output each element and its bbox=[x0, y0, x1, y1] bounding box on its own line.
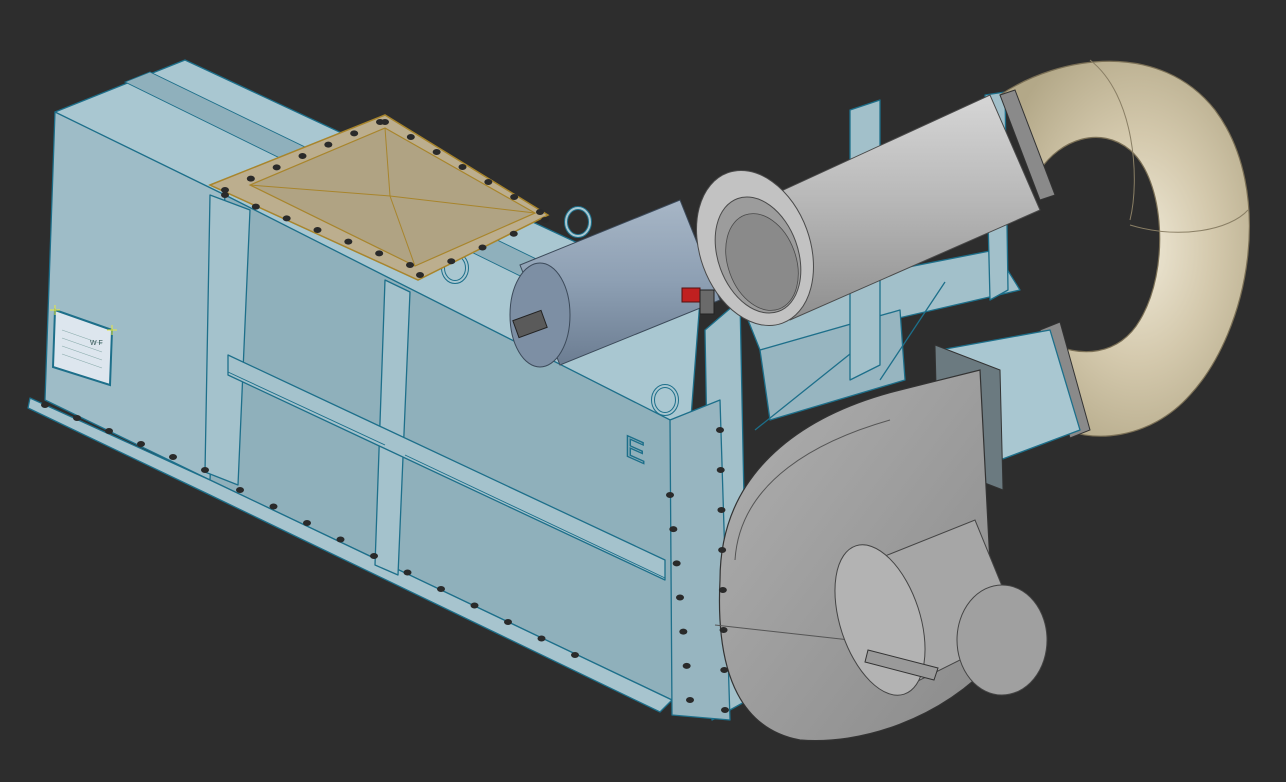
bolt bbox=[350, 130, 359, 137]
bolt bbox=[432, 149, 441, 155]
bolt bbox=[313, 227, 322, 233]
bolt bbox=[719, 627, 728, 633]
bolt bbox=[221, 192, 229, 198]
bolt bbox=[437, 586, 445, 592]
bolt bbox=[484, 179, 493, 185]
bolt bbox=[303, 520, 311, 526]
bolt bbox=[201, 467, 209, 473]
bolt bbox=[676, 594, 684, 601]
lifting-lug-1 bbox=[564, 206, 592, 238]
bolt bbox=[403, 569, 412, 576]
bolt bbox=[718, 587, 727, 593]
bolt bbox=[236, 487, 244, 493]
bolt bbox=[541, 217, 549, 223]
bolt bbox=[536, 209, 544, 215]
bolt bbox=[344, 238, 353, 245]
bolt bbox=[324, 141, 333, 148]
bolt bbox=[720, 667, 729, 673]
bolt bbox=[251, 203, 260, 210]
bolt bbox=[73, 415, 81, 421]
bolt bbox=[504, 619, 512, 625]
bolt bbox=[105, 428, 113, 434]
bolt bbox=[721, 707, 729, 713]
bolt bbox=[298, 153, 307, 159]
bolt bbox=[672, 560, 681, 567]
bolt bbox=[470, 602, 479, 609]
bolt bbox=[406, 134, 415, 140]
bolt bbox=[282, 215, 291, 222]
bolt bbox=[381, 119, 389, 125]
bolt bbox=[41, 402, 49, 408]
cad-viewport[interactable]: E W F bbox=[0, 0, 1286, 782]
bolt bbox=[716, 427, 724, 433]
bolt bbox=[537, 635, 546, 642]
bolt bbox=[717, 507, 726, 513]
nameplate-text: W F bbox=[90, 340, 103, 347]
cad-model-render[interactable]: E W F bbox=[0, 0, 1286, 782]
bolt bbox=[269, 503, 278, 510]
bolt bbox=[416, 272, 424, 278]
bolt bbox=[370, 553, 378, 559]
bolt bbox=[169, 454, 177, 460]
bolt bbox=[375, 250, 384, 257]
bolt bbox=[478, 244, 487, 251]
bolt bbox=[686, 697, 694, 703]
bolt bbox=[679, 628, 688, 635]
bolt bbox=[272, 164, 281, 171]
bolt bbox=[336, 536, 345, 543]
bolt bbox=[669, 526, 678, 533]
bolt bbox=[509, 230, 518, 237]
bolt bbox=[718, 547, 727, 553]
bolt bbox=[716, 467, 725, 473]
bolt bbox=[666, 492, 674, 498]
bolt bbox=[682, 662, 691, 669]
bolt bbox=[246, 175, 255, 182]
bolt bbox=[571, 652, 579, 658]
bolt bbox=[406, 262, 414, 268]
bolt bbox=[447, 258, 456, 265]
bolt bbox=[510, 194, 519, 200]
bolt bbox=[137, 441, 145, 447]
bolt bbox=[458, 164, 467, 170]
